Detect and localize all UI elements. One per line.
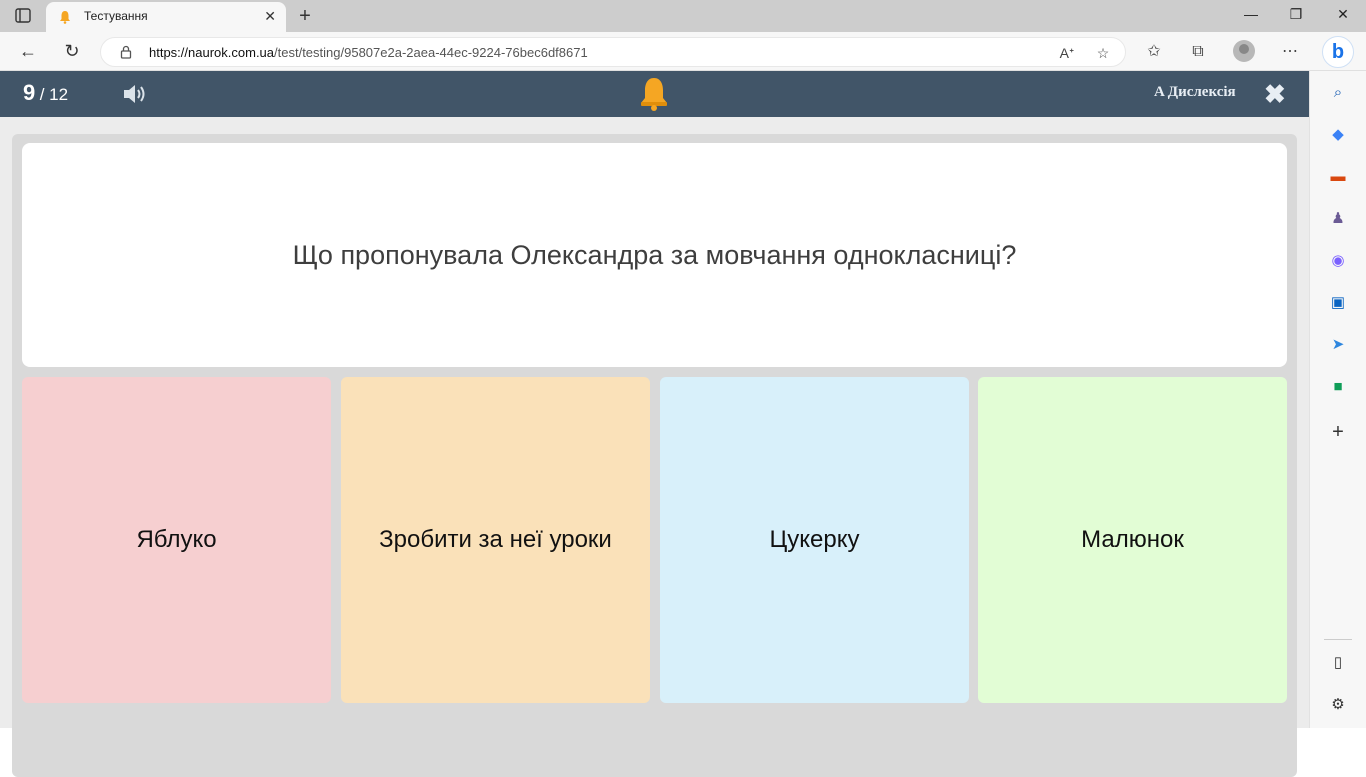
bell-icon[interactable] xyxy=(638,76,670,112)
add-sidebar-icon[interactable]: + xyxy=(1328,422,1348,442)
answer-option-2[interactable]: Зробити за неї уроки xyxy=(341,377,650,703)
speaker-icon[interactable] xyxy=(121,82,149,106)
answer-label: Цукерку xyxy=(769,526,860,553)
edge-sidebar: ⌕ ◆ ▬ ♟ ◉ ▣ ➤ ■ + ▯ ⚙ xyxy=(1309,71,1366,728)
question-counter: 9 / 12 xyxy=(23,80,68,106)
more-menu-icon[interactable]: ⋯ xyxy=(1279,41,1301,63)
back-icon[interactable]: ← xyxy=(17,40,39,62)
answer-label: Яблуко xyxy=(136,526,217,553)
office-icon[interactable]: ◉ xyxy=(1328,251,1348,271)
send-icon[interactable]: ➤ xyxy=(1328,335,1348,355)
current-question-number: 9 xyxy=(23,80,36,105)
answer-option-4[interactable]: Малюнок xyxy=(978,377,1287,703)
url-path: /test/testing/95807e2a-2aea-44ec-9224-76… xyxy=(274,45,588,60)
quiz-page: 9 / 12 A Дислексія ✖ Що пропонувала Олек… xyxy=(0,71,1309,777)
restore-icon[interactable]: ❐ xyxy=(1286,6,1306,23)
favorites-icon[interactable]: ✩ xyxy=(1143,41,1165,63)
read-aloud-icon[interactable]: Aᐩ xyxy=(1057,43,1077,63)
refresh-icon[interactable]: ↻ xyxy=(61,40,83,62)
sidebar-divider xyxy=(1324,639,1352,640)
quiz-top-bar: 9 / 12 A Дислексія ✖ xyxy=(0,71,1309,117)
profile-avatar[interactable] xyxy=(1233,40,1255,62)
address-bar[interactable]: https://naurok.com.ua/test/testing/95807… xyxy=(100,37,1126,67)
url-host: https://naurok.com.ua xyxy=(149,45,275,60)
collections-icon[interactable]: ⧉ xyxy=(1187,41,1209,63)
settings-gear-icon[interactable]: ⚙ xyxy=(1328,695,1348,715)
question-card: Що пропонувала Олександра за мовчання од… xyxy=(22,143,1287,367)
sidebar-toggle-icon[interactable]: ▯ xyxy=(1328,653,1348,673)
lock-icon[interactable] xyxy=(119,45,133,59)
shopping-tag-icon[interactable]: ◆ xyxy=(1328,125,1348,145)
url-text[interactable]: https://naurok.com.ua/test/testing/95807… xyxy=(149,45,588,60)
answer-option-3[interactable]: Цукерку xyxy=(660,377,969,703)
tab-close-icon[interactable]: ✕ xyxy=(264,8,276,25)
meet-icon[interactable]: ■ xyxy=(1328,377,1348,397)
outlook-icon[interactable]: ▣ xyxy=(1328,293,1348,313)
new-tab-icon[interactable]: + xyxy=(295,4,315,28)
bell-favicon-icon xyxy=(58,10,72,24)
tab-title: Тестування xyxy=(84,9,148,23)
bing-copilot-icon[interactable]: b xyxy=(1322,36,1354,68)
tools-icon[interactable]: ▬ xyxy=(1328,167,1348,187)
browser-tab-strip: Тестування ✕ + — ❐ ✕ xyxy=(0,0,1366,32)
minimize-icon[interactable]: — xyxy=(1241,6,1261,22)
window-close-icon[interactable]: ✕ xyxy=(1333,6,1353,23)
search-icon[interactable]: ⌕ xyxy=(1328,83,1348,103)
close-quiz-icon[interactable]: ✖ xyxy=(1264,80,1286,108)
total-questions: / 12 xyxy=(39,85,69,104)
tab-actions-icon[interactable] xyxy=(12,7,34,25)
add-favorite-icon[interactable]: ☆ xyxy=(1093,43,1113,63)
question-frame: Що пропонувала Олександра за мовчання од… xyxy=(12,134,1297,777)
games-icon[interactable]: ♟ xyxy=(1328,209,1348,229)
dyslexia-mode-button[interactable]: A Дислексія xyxy=(1154,84,1236,101)
active-tab[interactable]: Тестування ✕ xyxy=(46,2,286,32)
answer-option-1[interactable]: Яблуко xyxy=(22,377,331,703)
question-text: Що пропонувала Олександра за мовчання од… xyxy=(292,239,1017,270)
browser-toolbar: ← ↻ https://naurok.com.ua/test/testing/9… xyxy=(0,32,1366,71)
answer-label: Малюнок xyxy=(1081,526,1184,553)
answer-label: Зробити за неї уроки xyxy=(379,526,612,553)
